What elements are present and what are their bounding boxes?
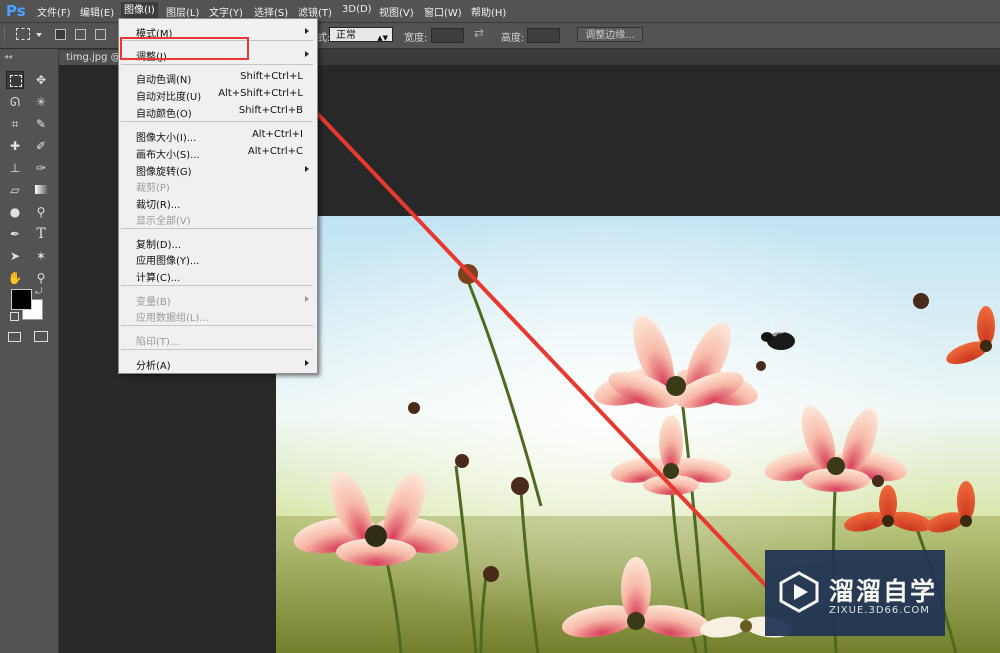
submenu-arrow-icon [305, 51, 309, 57]
menu-item-auto-color[interactable]: 自动颜色(O) [136, 105, 192, 120]
menu-item-duplicate[interactable]: 复制(D)... [136, 236, 181, 251]
menu-item-apply-image[interactable]: 应用图像(Y)... [136, 252, 199, 267]
watermark-brand: 溜溜自学 [829, 577, 938, 606]
submenu-arrow-icon [305, 296, 309, 302]
shortcut-auto-color: Shift+Ctrl+B [238, 105, 303, 116]
menu-item-analysis[interactable]: 分析(A) [136, 357, 171, 372]
menu-item-calculations[interactable]: 计算(C)... [136, 269, 180, 284]
menu-item-auto-contrast[interactable]: 自动对比度(U) [136, 88, 201, 103]
menu-item-canvas-size[interactable]: 画布大小(S)... [136, 146, 200, 161]
menu-item-variables: 变量(B) [136, 297, 171, 308]
menu-item-apply-data-set: 应用数据组(L)... [136, 313, 209, 324]
submenu-arrow-icon [305, 166, 309, 172]
submenu-arrow-icon [305, 360, 309, 366]
menu-item-reveal-all: 显示全部(V) [136, 216, 191, 227]
menu-separator [121, 325, 313, 326]
shortcut-image-size: Alt+Ctrl+I [251, 129, 303, 140]
menu-item-auto-tone[interactable]: 自动色调(N) [136, 71, 191, 86]
shortcut-auto-tone: Shift+Ctrl+L [240, 71, 303, 82]
menu-item-trim[interactable]: 裁切(R)... [136, 196, 180, 211]
menu-item-trap: 陷印(T)... [136, 337, 180, 348]
annotation-highlight-box [120, 37, 249, 60]
submenu-arrow-icon [305, 28, 309, 34]
menu-separator [121, 285, 313, 286]
watermark-url: ZIXUE.3D66.COM [829, 605, 930, 616]
play-logo-icon [779, 571, 819, 613]
menu-separator [121, 349, 313, 350]
watermark-badge: 溜溜自学 ZIXUE.3D66.COM [765, 550, 945, 636]
shortcut-canvas-size: Alt+Ctrl+C [247, 146, 303, 157]
menu-item-image-rotation[interactable]: 图像旋转(G) [136, 163, 192, 178]
menu-item-image-size[interactable]: 图像大小(I)... [136, 129, 196, 144]
menu-separator [121, 228, 313, 229]
menu-separator [121, 121, 313, 122]
shortcut-auto-contrast: Alt+Shift+Ctrl+L [218, 88, 303, 99]
menu-separator [121, 64, 313, 65]
image-menu-dropdown: 模式(M) 调整(J) 自动色调(N) Shift+Ctrl+L 自动对比度(U… [118, 18, 318, 374]
menu-item-crop: 裁剪(P) [136, 183, 170, 194]
